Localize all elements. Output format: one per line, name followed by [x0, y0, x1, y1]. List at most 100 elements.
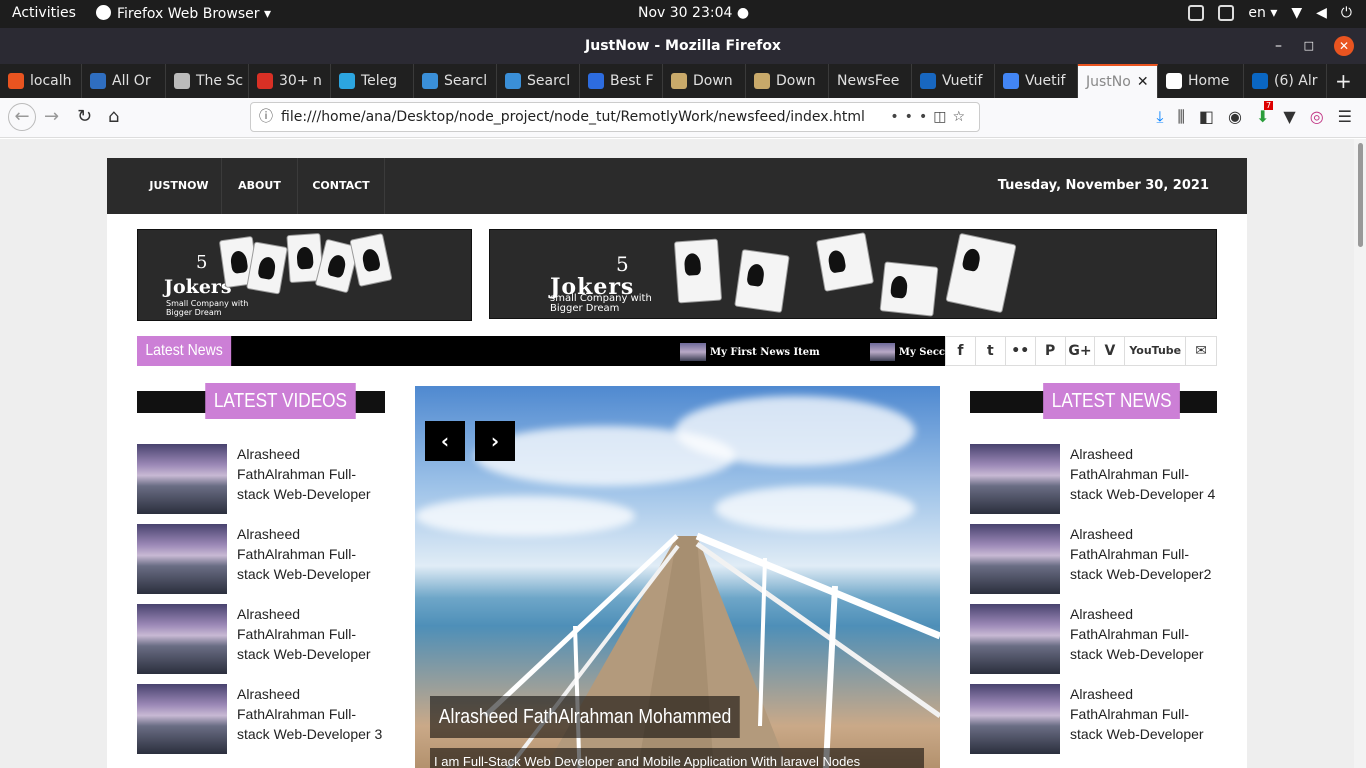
slide-title[interactable]: Alrasheed FathAlrahman Mohammed — [430, 696, 741, 738]
city-thumbnail[interactable] — [137, 604, 227, 674]
clock[interactable]: Nov 30 23:04 ● — [638, 5, 749, 21]
list-item-title[interactable]: Alrasheed FathAlrahman Full-stack Web-De… — [237, 524, 387, 584]
list-item[interactable]: Alrasheed FathAlrahman Full-stack Web-De… — [137, 444, 387, 514]
tab-14[interactable]: Home — [1158, 64, 1244, 98]
list-item-title[interactable]: Alrasheed FathAlrahman Full-stack Web-De… — [1070, 524, 1220, 584]
pocket-icon[interactable]: ◫ — [933, 109, 952, 125]
navigation-toolbar: ← → ↻ ⌂ ⓘ file:///home/ana/Desktop/node_… — [0, 98, 1366, 138]
tab-favicon-icon — [339, 73, 355, 89]
google-plus-icon[interactable]: G+ — [1066, 337, 1096, 365]
tab-label: Vuetif — [942, 73, 983, 89]
tab-13[interactable]: JustNo ✕ — [1078, 64, 1158, 98]
power-icon[interactable]: ⏻ — [1341, 5, 1352, 21]
tab-8[interactable]: Down — [663, 64, 746, 98]
menu-icon[interactable]: ☰ — [1338, 107, 1352, 127]
close-tab-icon[interactable]: ✕ — [1137, 66, 1149, 98]
tab-3[interactable]: 30+ n — [249, 64, 331, 98]
shield-icon[interactable] — [1218, 5, 1235, 21]
list-item-title[interactable]: Alrasheed FathAlrahman Full-stack Web-De… — [1070, 684, 1220, 744]
ticker-item[interactable]: My Secc — [870, 343, 945, 361]
youtube-icon[interactable]: YouTube — [1125, 337, 1187, 365]
pinterest-icon[interactable]: P — [1036, 337, 1066, 365]
list-item[interactable]: Alrasheed FathAlrahman Full-stack Web-De… — [970, 444, 1220, 514]
volume-icon[interactable]: ◀ — [1316, 5, 1327, 21]
tab-5[interactable]: Searcl — [414, 64, 497, 98]
list-item[interactable]: Alrasheed FathAlrahman Full-stack Web-De… — [970, 524, 1220, 594]
site-container: JUSTNOW ABOUT CONTACT Tuesday, November … — [107, 158, 1247, 768]
list-item-title[interactable]: Alrasheed FathAlrahman Full-stack Web-De… — [237, 444, 387, 504]
city-thumbnail[interactable] — [970, 524, 1060, 594]
flickr-icon[interactable]: •• — [1006, 337, 1036, 365]
slider-next-button[interactable]: › — [475, 421, 515, 461]
wifi-icon[interactable]: ▼ — [1291, 5, 1302, 21]
forward-button[interactable]: → — [44, 106, 59, 127]
page-actions-icon[interactable]: ••• — [890, 109, 933, 125]
language-selector[interactable]: en ▾ — [1248, 5, 1277, 21]
new-tab-button[interactable]: + — [1327, 64, 1360, 98]
color-picker-icon[interactable]: ◎ — [1310, 107, 1324, 127]
app-menu[interactable]: Firefox Web Browser ▾ — [96, 5, 271, 22]
list-item-title[interactable]: Alrasheed FathAlrahman Full-stack Web-De… — [1070, 604, 1220, 664]
banner-logo[interactable]: 5 Jokers Small Company with Bigger Dream — [137, 229, 472, 321]
nav-contact[interactable]: CONTACT — [297, 158, 385, 214]
vuetify-devtools-icon[interactable]: ▼ — [1283, 107, 1295, 127]
city-thumbnail[interactable] — [137, 524, 227, 594]
tab-1[interactable]: All Or — [82, 64, 166, 98]
back-button[interactable]: ← — [8, 103, 36, 131]
nav-about[interactable]: ABOUT — [221, 158, 297, 214]
system-tray: en ▾ ▼ ◀ ⏻ — [1188, 5, 1352, 21]
tab-10[interactable]: NewsFee — [829, 64, 912, 98]
url-bar[interactable]: ⓘ file:///home/ana/Desktop/node_project/… — [250, 102, 980, 132]
url-text[interactable]: file:///home/ana/Desktop/node_project/no… — [281, 109, 865, 125]
list-item-title[interactable]: Alrasheed FathAlrahman Full-stack Web-De… — [237, 684, 387, 744]
facebook-icon[interactable]: f — [946, 337, 976, 365]
vimeo-icon[interactable]: V — [1095, 337, 1126, 365]
tab-label: Home — [1188, 73, 1230, 89]
tab-4[interactable]: Teleg — [331, 64, 414, 98]
hero-slider[interactable]: ‹ › Alrasheed FathAlrahman Mohammed I am… — [415, 386, 940, 768]
list-item[interactable]: Alrasheed FathAlrahman Full-stack Web-De… — [137, 524, 387, 594]
city-thumbnail[interactable] — [137, 444, 227, 514]
library-icon[interactable]: ⫼ — [1178, 107, 1185, 127]
minimize-icon[interactable]: – — [1275, 28, 1282, 64]
list-item[interactable]: Alrasheed FathAlrahman Full-stack Web-De… — [137, 604, 387, 674]
tab-6[interactable]: Searcl — [497, 64, 580, 98]
email-icon[interactable]: ✉ — [1186, 337, 1216, 365]
tab-7[interactable]: Best F — [580, 64, 663, 98]
sidebar-icon[interactable]: ◧ — [1199, 107, 1214, 127]
bookmark-star-icon[interactable]: ☆ — [952, 109, 971, 125]
twitter-icon[interactable]: t — [976, 337, 1006, 365]
city-thumbnail[interactable] — [970, 444, 1060, 514]
tab-12[interactable]: Vuetif — [995, 64, 1078, 98]
tab-11[interactable]: Vuetif — [912, 64, 995, 98]
ticker-item[interactable]: My First News Item — [680, 343, 820, 361]
activities-button[interactable]: Activities — [12, 5, 76, 21]
downloads-icon[interactable]: ⤓ — [1156, 107, 1163, 127]
tab-0[interactable]: localh — [0, 64, 82, 98]
list-item-title[interactable]: Alrasheed FathAlrahman Full-stack Web-De… — [237, 604, 387, 664]
city-thumbnail[interactable] — [970, 684, 1060, 754]
list-item-title[interactable]: Alrasheed FathAlrahman Full-stack Web-De… — [1070, 444, 1220, 504]
info-icon[interactable]: ⓘ — [259, 103, 273, 131]
banner-ad[interactable]: 5 Jokers small Company with Bigger Dream — [489, 229, 1217, 319]
extension-download-icon[interactable]: ⬇ 7 — [1256, 101, 1274, 127]
slider-prev-button[interactable]: ‹ — [425, 421, 465, 461]
home-button[interactable]: ⌂ — [108, 106, 119, 127]
tab-9[interactable]: Down — [746, 64, 829, 98]
tab-15[interactable]: (6) Alr — [1244, 64, 1327, 98]
window-titlebar: JustNow - Mozilla Firefox – □ ✕ — [0, 28, 1366, 64]
close-window-icon[interactable]: ✕ — [1334, 36, 1354, 56]
city-thumbnail[interactable] — [970, 604, 1060, 674]
account-icon[interactable]: ◉ — [1228, 107, 1242, 127]
nav-justnow[interactable]: JUSTNOW — [137, 158, 221, 214]
city-thumbnail[interactable] — [137, 684, 227, 754]
maximize-icon[interactable]: □ — [1304, 28, 1314, 64]
monitor-icon[interactable] — [1188, 5, 1205, 21]
list-item[interactable]: Alrasheed FathAlrahman Full-stack Web-De… — [970, 604, 1220, 674]
scrollbar-thumb[interactable] — [1358, 143, 1363, 247]
list-item[interactable]: Alrasheed FathAlrahman Full-stack Web-De… — [970, 684, 1220, 754]
reload-button[interactable]: ↻ — [77, 106, 92, 127]
tab-2[interactable]: The Sc — [166, 64, 249, 98]
list-item[interactable]: Alrasheed FathAlrahman Full-stack Web-De… — [137, 684, 387, 754]
page-scrollbar[interactable] — [1354, 139, 1366, 768]
